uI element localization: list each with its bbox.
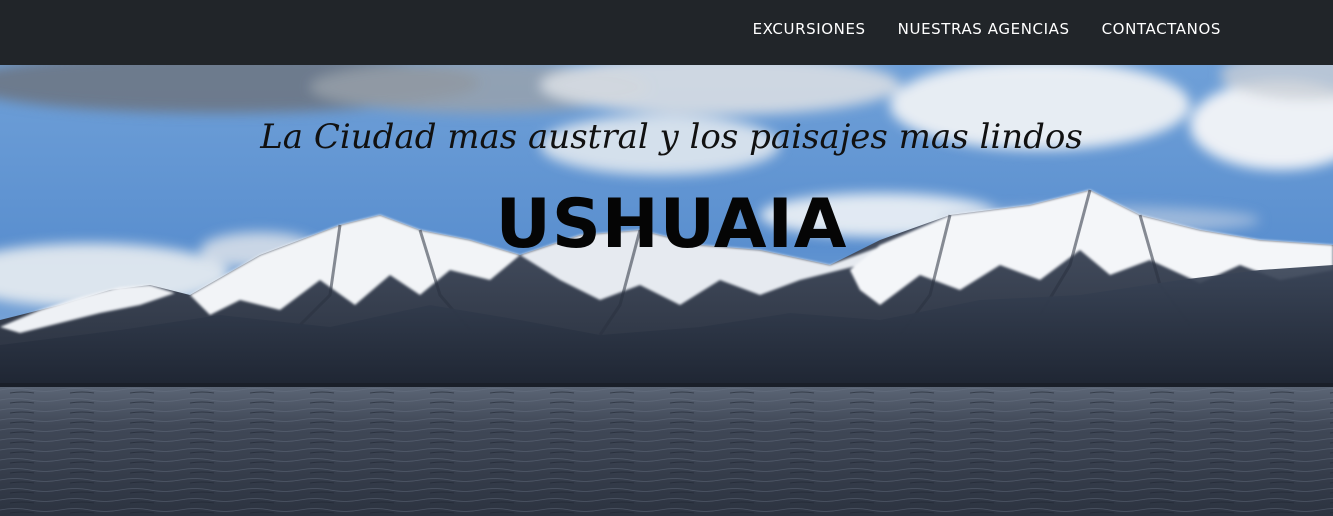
hero-subheading: La Ciudad mas austral y los paisajes mas… [260,117,1083,157]
nav-link-nuestras-agencias[interactable]: NUESTRAS AGENCIAS [882,20,1086,38]
hero-section: La Ciudad mas austral y los paisajes mas… [0,65,1333,516]
nav-link-contactanos[interactable]: CONTACTANOS [1086,20,1237,38]
nav-item-contacto: CONTACTANOS [1086,20,1237,38]
nav-item-excursiones: EXCURSIONES [737,20,882,38]
nav-menu: EXCURSIONES NUESTRAS AGENCIAS CONTACTANO… [737,0,1237,57]
hero-heading: USHUAIA [495,185,848,264]
top-navbar: EXCURSIONES NUESTRAS AGENCIAS CONTACTANO… [0,0,1333,65]
nav-link-excursiones[interactable]: EXCURSIONES [737,20,882,38]
nav-item-agencias: NUESTRAS AGENCIAS [882,20,1086,38]
